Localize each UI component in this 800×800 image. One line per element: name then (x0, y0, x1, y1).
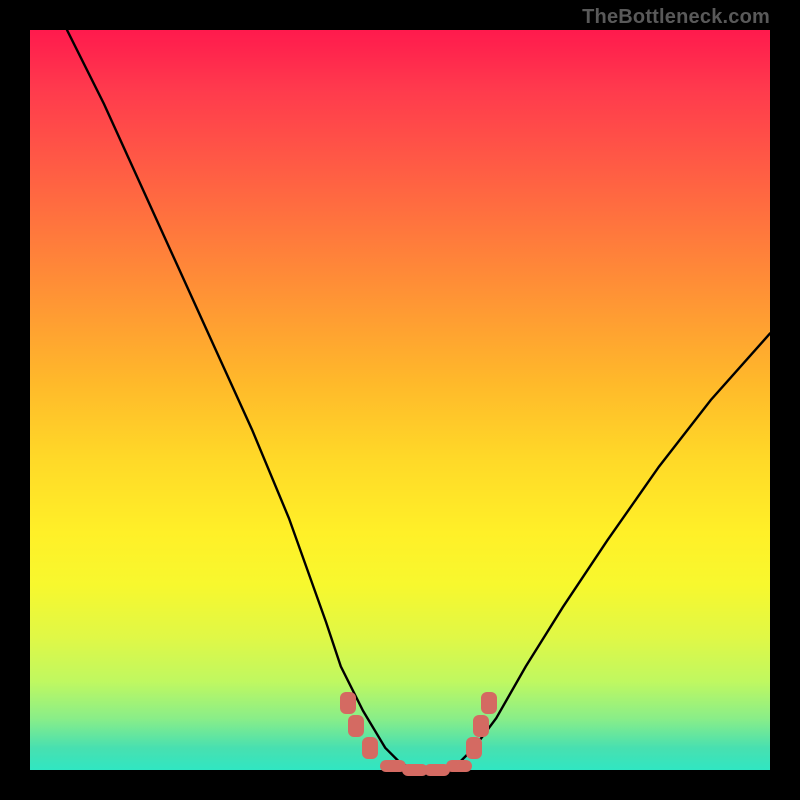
watermark-text: TheBottleneck.com (582, 6, 770, 29)
highlight-marker (348, 715, 364, 737)
highlight-marker (466, 737, 482, 759)
plot-area (30, 30, 770, 770)
highlight-marker (481, 692, 497, 714)
chart-frame: TheBottleneck.com (0, 0, 800, 800)
highlight-marker (473, 715, 489, 737)
highlight-marker (340, 692, 356, 714)
bottleneck-curve (30, 30, 770, 770)
highlight-marker (446, 760, 472, 772)
highlight-marker (362, 737, 378, 759)
